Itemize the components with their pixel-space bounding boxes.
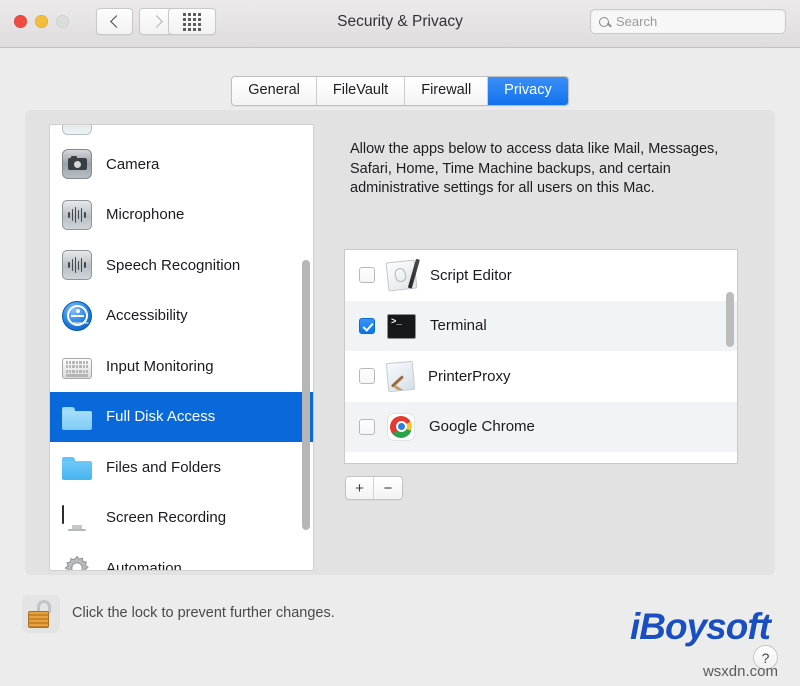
app-name: Terminal <box>430 317 487 335</box>
sidebar-scrollbar[interactable] <box>302 125 310 570</box>
tab-privacy[interactable]: Privacy <box>488 77 568 105</box>
printerproxy-icon <box>385 360 416 392</box>
tab-general[interactable]: General <box>232 77 317 105</box>
partial-icon <box>62 125 92 135</box>
sidebar-item-label: Full Disk Access <box>106 408 216 426</box>
add-app-button[interactable]: + <box>346 477 374 499</box>
table-row[interactable]: >_ Terminal <box>345 300 737 351</box>
sidebar-item-label: Input Monitoring <box>106 357 214 375</box>
full-disk-access-pane: Allow the apps below to access data like… <box>332 124 751 571</box>
app-name: PrinterProxy <box>428 367 511 385</box>
sidebar-item-label: Automation <box>106 559 182 571</box>
search-placeholder: Search <box>616 14 658 29</box>
security-privacy-window: Security & Privacy Search General FileVa… <box>0 0 800 686</box>
sidebar-item-label: Speech Recognition <box>106 256 241 274</box>
padlock-body-icon <box>28 611 49 628</box>
watermark-brand: iBoysoft <box>630 606 771 647</box>
table-row[interactable]: Script Editor <box>345 250 737 301</box>
folder-icon <box>62 406 92 430</box>
sidebar-item-automation[interactable]: Automation <box>50 543 313 571</box>
script-editor-icon <box>385 259 418 292</box>
app-checkbox[interactable] <box>359 368 375 385</box>
search-icon <box>599 16 609 27</box>
monitor-icon <box>62 504 92 532</box>
table-row[interactable]: PrinterProxy <box>345 351 737 402</box>
app-checkbox[interactable] <box>359 267 375 284</box>
privacy-category-sidebar[interactable]: Camera Microphone Speech Recognition Acc… <box>49 124 314 571</box>
sidebar-item-camera[interactable]: Camera <box>50 139 313 190</box>
keyboard-icon <box>62 357 92 379</box>
sidebar-item-label: Accessibility <box>106 307 188 325</box>
google-chrome-icon <box>387 412 415 441</box>
sidebar-item-label: Screen Recording <box>106 509 227 527</box>
folder-icon <box>62 457 92 481</box>
camera-icon <box>62 149 92 180</box>
app-name: Script Editor <box>430 266 512 284</box>
sidebar-item-partial-top <box>50 125 313 139</box>
gear-icon <box>62 553 92 570</box>
sidebar-item-speech-recognition[interactable]: Speech Recognition <box>50 240 313 291</box>
sidebar-item-label: Camera <box>106 155 160 173</box>
tab-filevault[interactable]: FileVault <box>316 77 406 105</box>
sidebar-scrollbar-thumb[interactable] <box>302 260 310 530</box>
sidebar-item-label: Files and Folders <box>106 458 222 476</box>
tab-firewall[interactable]: Firewall <box>405 77 489 105</box>
window-titlebar: Security & Privacy Search <box>0 0 800 48</box>
add-remove-button-group: + − <box>345 476 403 500</box>
lock-status-text: Click the lock to prevent further change… <box>72 605 335 621</box>
microphone-icon <box>62 199 92 230</box>
lock-button[interactable] <box>22 595 60 633</box>
table-row[interactable]: Google Chrome <box>345 401 737 452</box>
app-list-scrollbar-thumb[interactable] <box>726 292 734 347</box>
sidebar-item-input-monitoring[interactable]: Input Monitoring <box>50 341 313 392</box>
watermark-url: wsxdn.com <box>702 663 778 680</box>
privacy-panel: Camera Microphone Speech Recognition Acc… <box>25 110 775 575</box>
accessibility-icon <box>62 300 92 331</box>
window-footer: Click the lock to prevent further change… <box>0 575 800 686</box>
search-input[interactable]: Search <box>590 9 786 34</box>
app-list-scrollbar[interactable] <box>726 250 734 463</box>
preference-tabs: General FileVault Firewall Privacy <box>0 76 800 106</box>
app-checkbox[interactable] <box>359 418 375 435</box>
sidebar-item-accessibility[interactable]: Accessibility <box>50 291 313 342</box>
app-name: Google Chrome <box>429 418 535 436</box>
app-permission-list[interactable]: Script Editor >_ Terminal PrinterProxy G… <box>344 249 738 464</box>
app-checkbox[interactable] <box>359 317 375 334</box>
speech-recognition-icon <box>62 250 92 281</box>
sidebar-item-full-disk-access[interactable]: Full Disk Access <box>50 391 313 442</box>
sidebar-item-microphone[interactable]: Microphone <box>50 190 313 241</box>
pane-description: Allow the apps below to access data like… <box>350 141 719 196</box>
terminal-icon: >_ <box>387 314 416 340</box>
sidebar-item-screen-recording[interactable]: Screen Recording <box>50 493 313 544</box>
sidebar-item-files-and-folders[interactable]: Files and Folders <box>50 442 313 493</box>
remove-app-button[interactable]: − <box>374 477 402 499</box>
sidebar-item-label: Microphone <box>106 206 185 224</box>
